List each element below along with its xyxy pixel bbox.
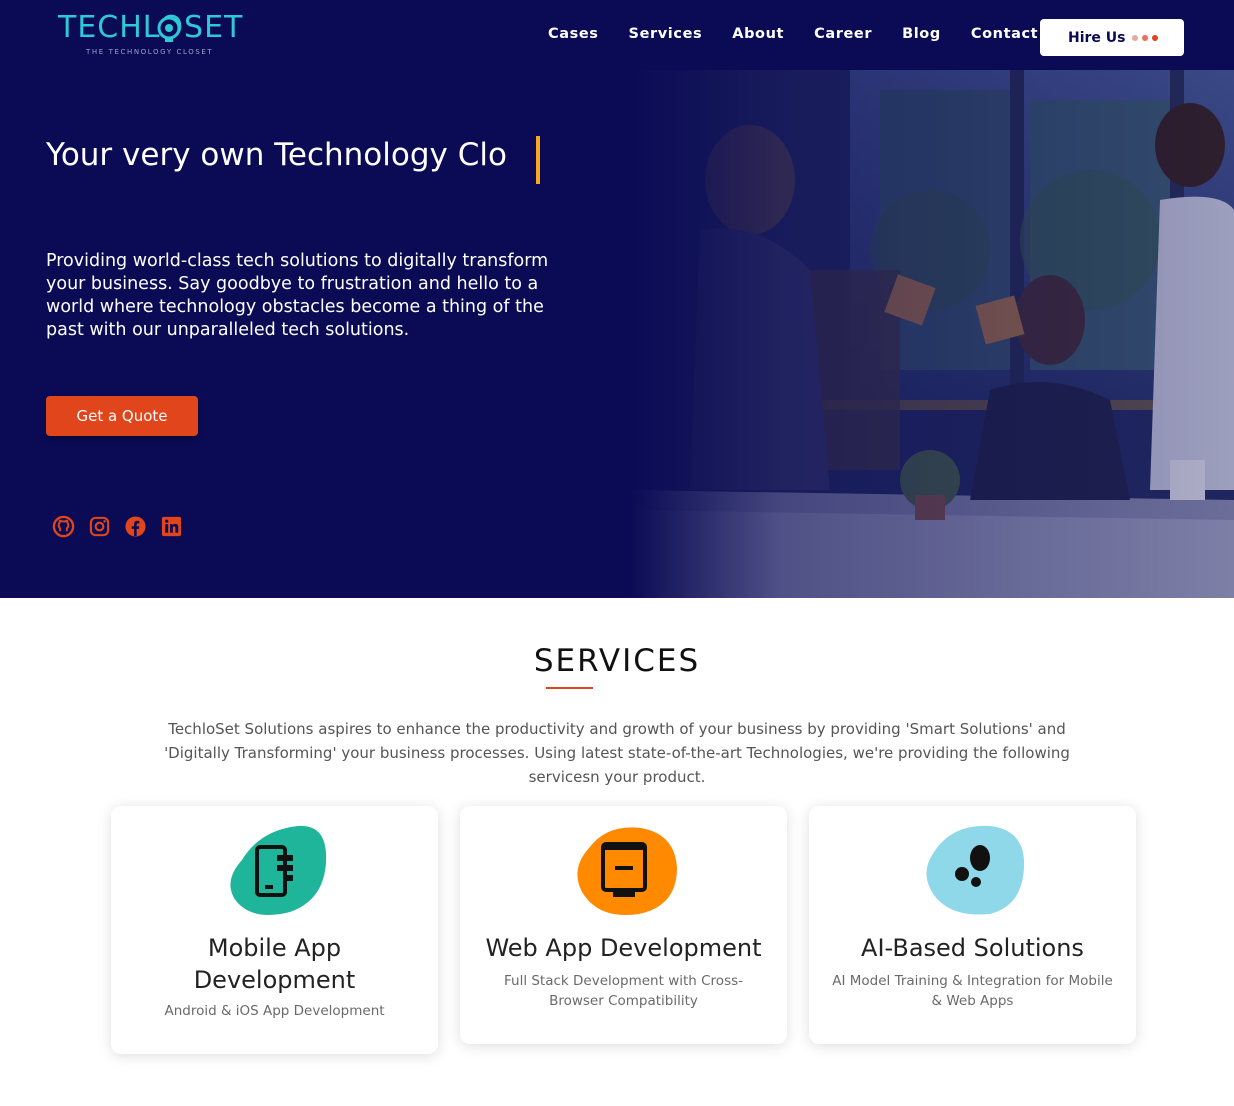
hire-dots: [1131, 34, 1158, 41]
hire-us-label: Hire Us: [1068, 29, 1126, 46]
service-card-mobile-app[interactable]: Mobile App Development Android & iOS App…: [111, 806, 438, 1054]
linkedin-icon[interactable]: [160, 515, 183, 538]
nav-link-cases[interactable]: Cases: [548, 26, 599, 42]
hire-dot-3: [1151, 34, 1158, 41]
mobile-app-icon: [229, 825, 326, 915]
hire-dot-2: [1141, 34, 1148, 41]
nav-link-blog[interactable]: Blog: [902, 26, 941, 42]
nav-link-about[interactable]: About: [732, 26, 784, 42]
service-card-subtitle: AI Model Training & Integration for Mobi…: [832, 973, 1113, 1009]
service-card-title: Mobile App Development: [193, 934, 356, 994]
nav-links: Cases Services About Career Blog Contact: [548, 26, 1068, 42]
service-card-web-app[interactable]: Web App Development Full Stack Developme…: [460, 806, 787, 1044]
hero-description: Providing world-class tech solutions to …: [46, 251, 549, 340]
social-links: [52, 515, 183, 538]
ai-icon: [925, 825, 1024, 915]
lightbulb-icon: [157, 16, 181, 42]
service-card-subtitle: Full Stack Development with Cross-Browse…: [503, 973, 744, 1009]
hero-title: Your very own Technology Clo: [46, 137, 507, 173]
hire-dot-1: [1131, 34, 1138, 41]
logo-tagline: THE TECHNOLOGY CLOSET: [86, 48, 214, 56]
instagram-icon[interactable]: [88, 515, 111, 538]
typing-cursor: [536, 136, 540, 184]
service-card-title: Web App Development: [485, 934, 762, 962]
nav-link-contact[interactable]: Contact: [971, 26, 1038, 42]
facebook-icon[interactable]: [124, 515, 147, 538]
hire-us-button[interactable]: Hire Us: [1040, 19, 1184, 56]
service-card-ai[interactable]: AI-Based Solutions AI Model Training & I…: [809, 806, 1136, 1044]
hero-office-photo: [630, 70, 1234, 598]
services-heading-underline: [546, 687, 593, 689]
github-icon[interactable]: [52, 515, 75, 538]
nav-link-services[interactable]: Services: [629, 26, 703, 42]
nav-link-career[interactable]: Career: [814, 26, 872, 42]
top-navbar: TECHLOSET THE TECHNOLOGY CLOSET Cases Se…: [0, 0, 1234, 70]
techloset-logo[interactable]: TECHLOSET THE TECHNOLOGY CLOSET: [58, 10, 242, 58]
services-heading: SERVICES: [533, 643, 701, 679]
service-card-title: AI-Based Solutions: [861, 934, 1084, 962]
web-app-icon: [576, 827, 677, 915]
logo-wordmark: TECHLOSET: [58, 10, 244, 45]
service-card-subtitle: Android & iOS App Development: [164, 1003, 385, 1019]
services-intro: TechloSet Solutions aspires to enhance t…: [164, 720, 1070, 786]
get-a-quote-button[interactable]: Get a Quote: [46, 396, 198, 436]
